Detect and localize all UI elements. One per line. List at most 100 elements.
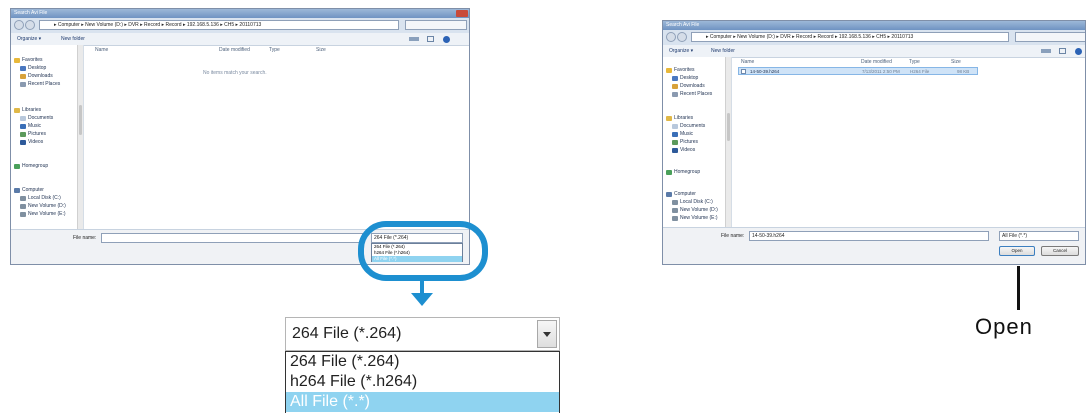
- nav-label: Music: [28, 123, 42, 129]
- new-folder-button[interactable]: New folder: [711, 45, 735, 57]
- preview-pane-icon[interactable]: [1059, 48, 1066, 54]
- cancel-button[interactable]: Cancel: [1041, 246, 1079, 256]
- file-date-cell: 7/13/2011 2:50 PM: [862, 69, 900, 74]
- file-type-dropdown[interactable]: All File (*.*): [999, 231, 1079, 241]
- nav-libraries[interactable]: Libraries: [666, 115, 693, 121]
- nav-downloads[interactable]: Downloads: [672, 83, 705, 89]
- zoomed-selected-value: 264 File (*.264): [292, 325, 402, 342]
- zoomed-option[interactable]: 264 File (*.264): [286, 352, 559, 372]
- right-address-bar[interactable]: ▸ Computer ▸ New Volume (D:) ▸ DVR ▸ Rec…: [691, 32, 1009, 42]
- right-bottom-bar: File name: 14-50-39.h264 All File (*.*) …: [663, 227, 1085, 264]
- nav-scrollbar[interactable]: [77, 45, 83, 232]
- libraries-icon: [666, 115, 672, 121]
- nav-recent-places[interactable]: Recent Places: [20, 81, 60, 87]
- column-size[interactable]: Size: [316, 47, 326, 53]
- organize-button[interactable]: Organize ▾: [669, 45, 693, 57]
- nav-homegroup[interactable]: Homegroup: [14, 163, 48, 169]
- nav-videos[interactable]: Videos: [672, 147, 695, 153]
- drive-icon: [20, 195, 26, 201]
- right-address-row: ▸ Computer ▸ New Volume (D:) ▸ DVR ▸ Rec…: [663, 30, 1085, 46]
- nav-label: Favorites: [674, 67, 695, 73]
- zoomed-dropdown-field[interactable]: 264 File (*.264): [285, 317, 560, 351]
- nav-favorites[interactable]: Favorites: [14, 57, 43, 63]
- file-row-selected[interactable]: 14-50-39.h264 7/13/2011 2:50 PM H264 Fil…: [738, 67, 978, 75]
- forward-icon[interactable]: [25, 20, 35, 30]
- column-name[interactable]: Name: [741, 59, 754, 65]
- nav-homegroup[interactable]: Homegroup: [666, 169, 700, 175]
- nav-new-volume-d[interactable]: New Volume (D:): [672, 207, 718, 213]
- file-name-input[interactable]: [101, 233, 363, 243]
- videos-icon: [672, 147, 678, 153]
- forward-icon[interactable]: [677, 32, 687, 42]
- nav-label: Recent Places: [28, 81, 61, 87]
- nav-label: Recent Places: [680, 91, 713, 97]
- organize-button[interactable]: Organize ▾: [17, 33, 41, 45]
- view-options-icon[interactable]: [409, 37, 419, 41]
- chevron-down-icon: [543, 332, 551, 337]
- desktop-icon: [20, 65, 26, 71]
- nav-computer[interactable]: Computer: [666, 191, 696, 197]
- nav-scroll-thumb[interactable]: [79, 105, 82, 135]
- back-icon[interactable]: [666, 32, 676, 42]
- drive-icon: [672, 207, 678, 213]
- arrow-head-icon: [411, 293, 433, 306]
- computer-icon: [14, 187, 20, 193]
- column-type[interactable]: Type: [269, 47, 280, 53]
- nav-label: Favorites: [22, 57, 43, 63]
- nav-local-disk-c[interactable]: Local Disk (C:): [672, 199, 713, 205]
- recent-places-icon: [672, 91, 678, 97]
- nav-new-volume-e[interactable]: New Volume (E:): [20, 211, 66, 217]
- music-icon: [672, 131, 678, 137]
- music-icon: [20, 123, 26, 129]
- file-name-input[interactable]: 14-50-39.h264: [749, 231, 989, 241]
- homegroup-icon: [14, 163, 20, 169]
- nav-documents[interactable]: Documents: [672, 123, 705, 129]
- nav-desktop[interactable]: Desktop: [672, 75, 698, 81]
- nav-recent-places[interactable]: Recent Places: [672, 91, 712, 97]
- view-options-icon[interactable]: [1041, 49, 1051, 53]
- left-search-input[interactable]: [405, 20, 467, 30]
- nav-music[interactable]: Music: [672, 131, 693, 137]
- file-checkbox[interactable]: [741, 69, 746, 74]
- column-date-modified[interactable]: Date modified: [219, 47, 250, 53]
- dropdown-button[interactable]: [537, 320, 557, 348]
- open-button[interactable]: Open: [999, 246, 1035, 256]
- nav-label: Homegroup: [22, 163, 49, 169]
- column-date-modified[interactable]: Date modified: [861, 59, 892, 65]
- new-folder-button[interactable]: New folder: [61, 33, 85, 45]
- homegroup-icon: [666, 169, 672, 175]
- left-address-bar[interactable]: ▸ Computer ▸ New Volume (D:) ▸ DVR ▸ Rec…: [39, 20, 399, 30]
- nav-local-disk-c[interactable]: Local Disk (C:): [20, 195, 61, 201]
- zoomed-dropdown-list: 264 File (*.264) h264 File (*.h264) All …: [285, 351, 560, 413]
- file-name-cell: 14-50-39.h264: [750, 69, 780, 74]
- zoomed-option[interactable]: h264 File (*.h264): [286, 372, 559, 392]
- nav-label: Local Disk (C:): [680, 199, 713, 205]
- nav-scroll-thumb[interactable]: [727, 113, 730, 141]
- column-size[interactable]: Size: [951, 59, 961, 65]
- drive-icon: [672, 215, 678, 221]
- nav-documents[interactable]: Documents: [20, 115, 53, 121]
- nav-videos[interactable]: Videos: [20, 139, 43, 145]
- nav-desktop[interactable]: Desktop: [20, 65, 46, 71]
- column-type[interactable]: Type: [909, 59, 920, 65]
- nav-favorites[interactable]: Favorites: [666, 67, 695, 73]
- nav-label: Libraries: [22, 107, 42, 113]
- nav-downloads[interactable]: Downloads: [20, 73, 53, 79]
- column-name[interactable]: Name: [95, 47, 108, 53]
- preview-pane-icon[interactable]: [427, 36, 434, 42]
- back-icon[interactable]: [14, 20, 24, 30]
- nav-scrollbar[interactable]: [725, 57, 731, 233]
- help-icon[interactable]: [1075, 48, 1082, 55]
- nav-new-volume-d[interactable]: New Volume (D:): [20, 203, 66, 209]
- nav-music[interactable]: Music: [20, 123, 41, 129]
- nav-pictures[interactable]: Pictures: [20, 131, 46, 137]
- nav-pictures[interactable]: Pictures: [672, 139, 698, 145]
- nav-new-volume-e[interactable]: New Volume (E:): [672, 215, 718, 221]
- help-icon[interactable]: [443, 36, 450, 43]
- close-icon[interactable]: [456, 10, 468, 17]
- right-search-input[interactable]: [1015, 32, 1085, 42]
- desktop-icon: [672, 75, 678, 81]
- nav-computer[interactable]: Computer: [14, 187, 44, 193]
- zoomed-option-highlighted[interactable]: All File (*.*): [286, 392, 559, 412]
- nav-libraries[interactable]: Libraries: [14, 107, 41, 113]
